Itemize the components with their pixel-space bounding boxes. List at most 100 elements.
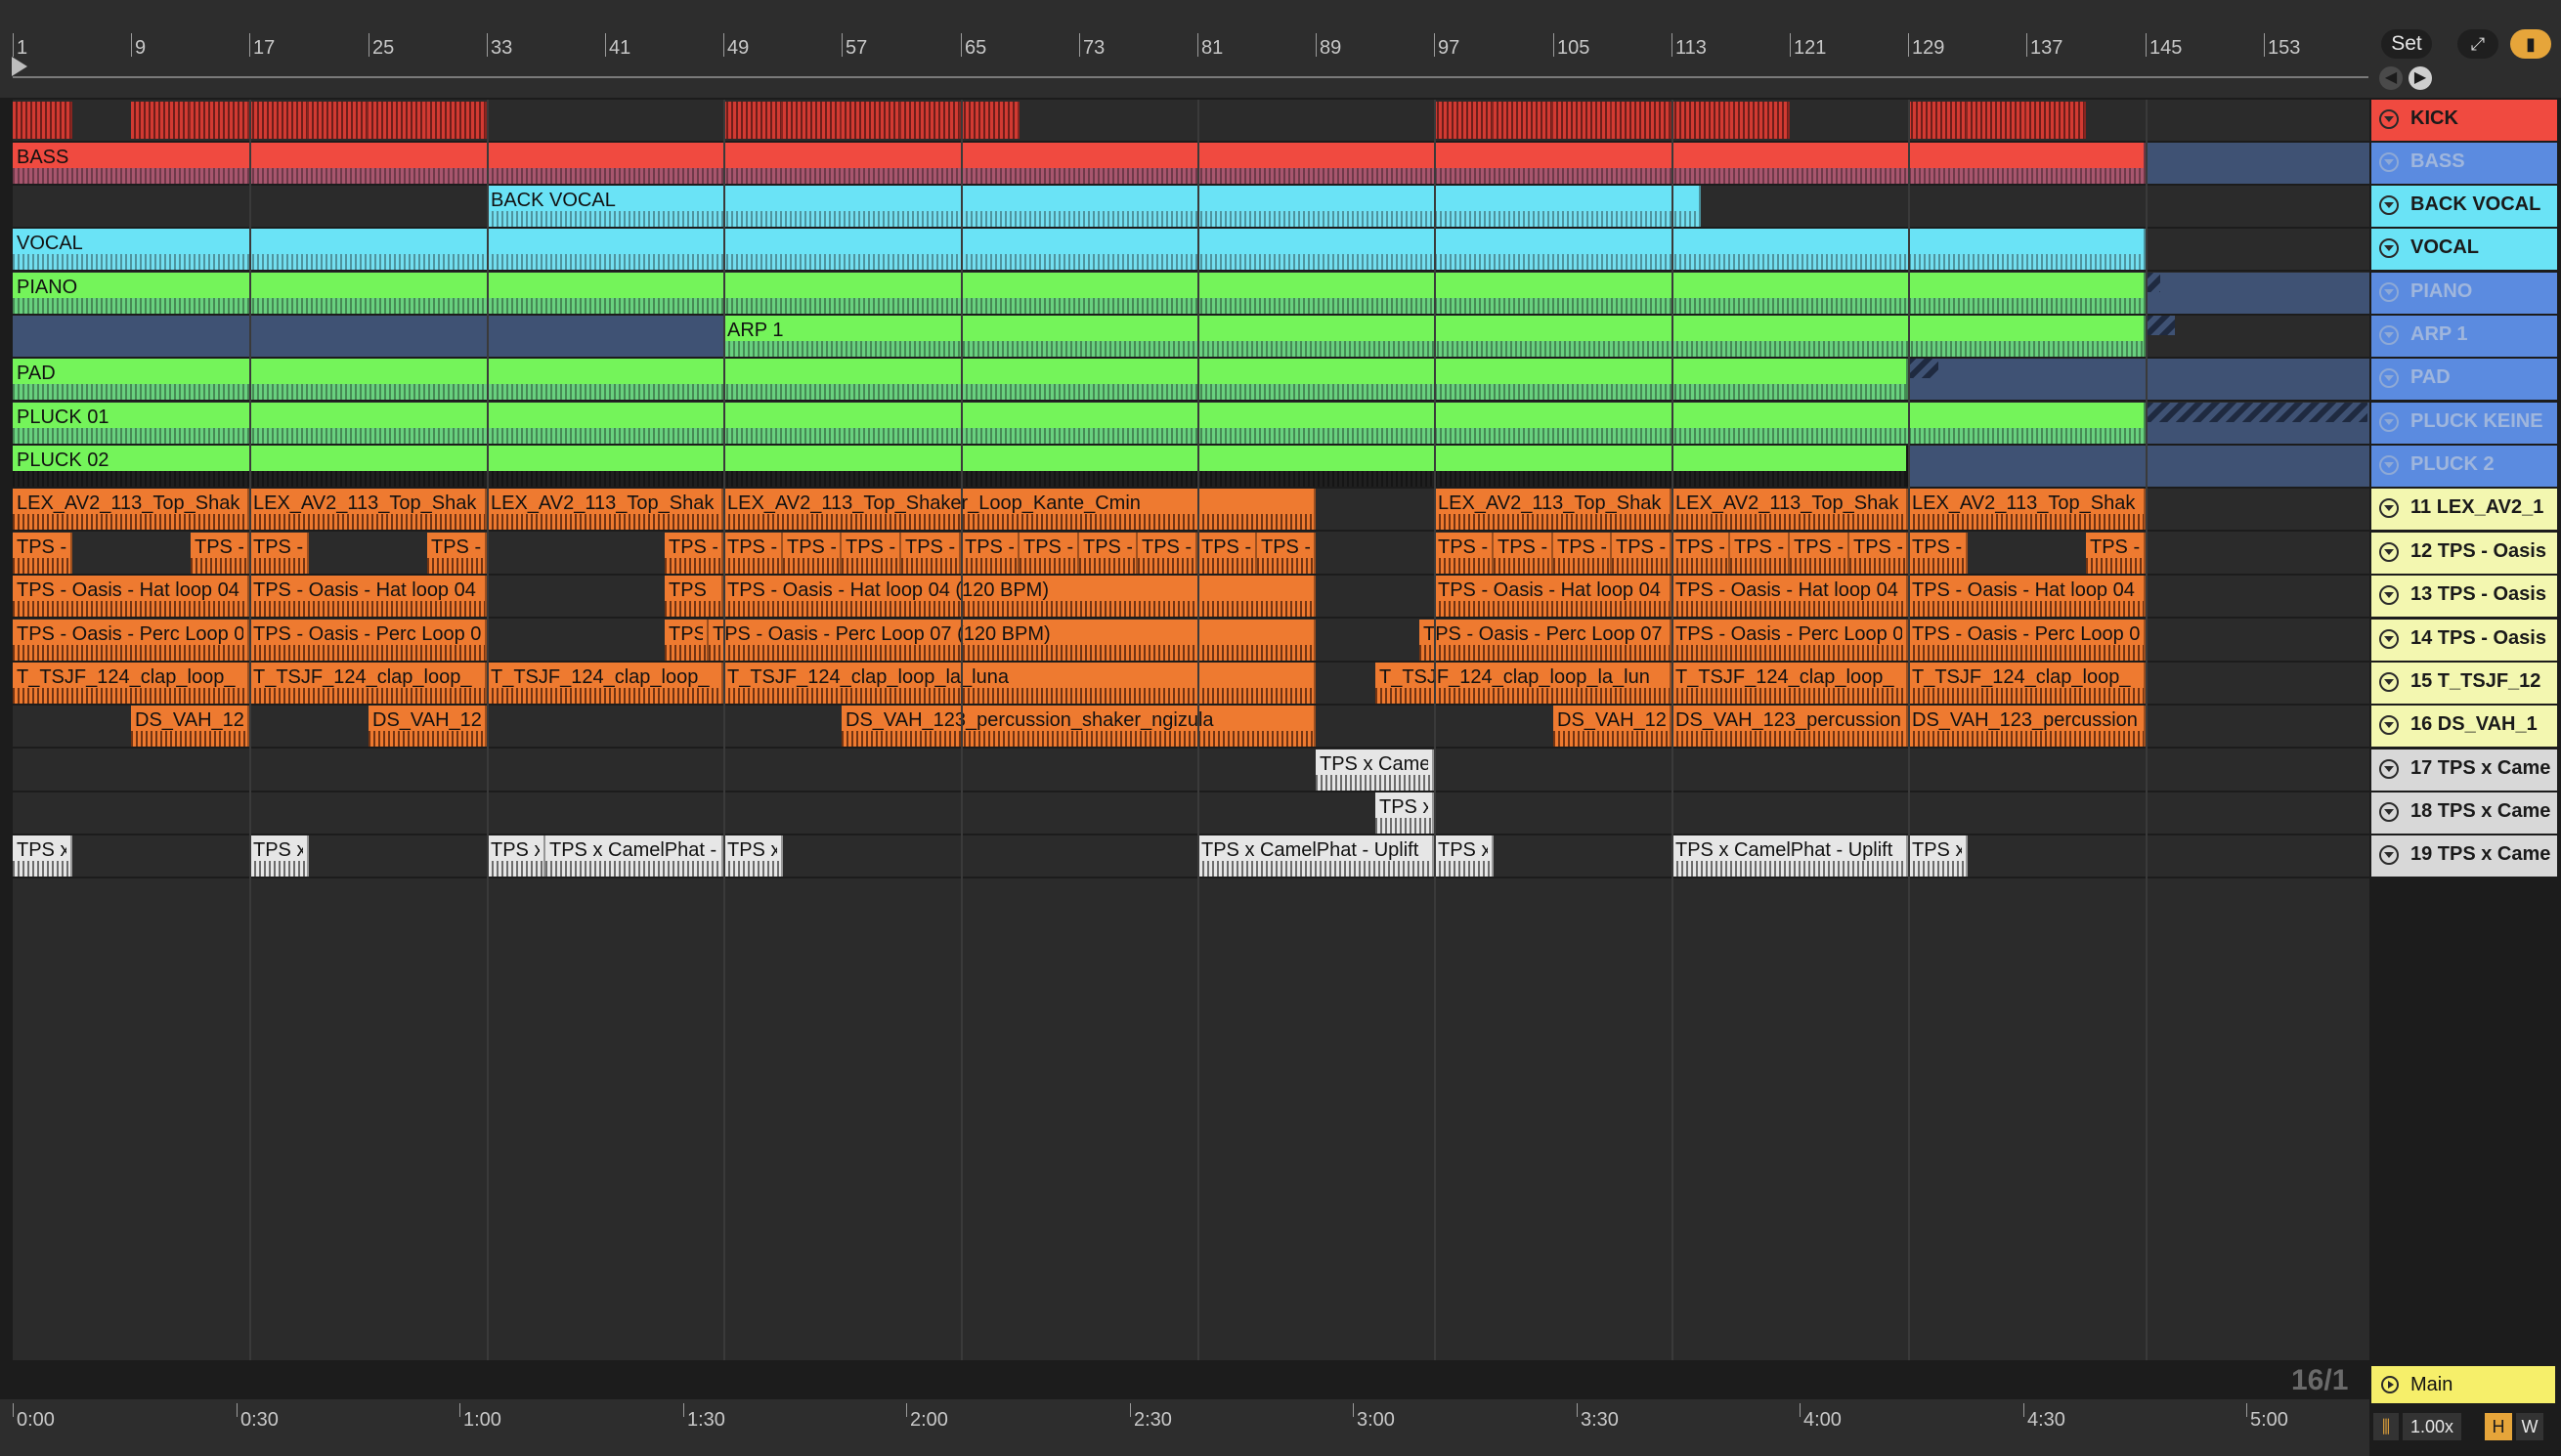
- track-lane[interactable]: PLUCK 01: [13, 403, 2369, 446]
- clip[interactable]: TPS -: [1730, 533, 1790, 574]
- clip[interactable]: TPS - Oasis - Perc Loop 0: [1671, 620, 1908, 661]
- clip[interactable]: TPS -: [1197, 533, 1257, 574]
- clip[interactable]: DS_VAH_12: [369, 706, 487, 747]
- clip[interactable]: DS_VAH_123_percussion_shaker_ngizula: [842, 706, 1316, 747]
- clip[interactable]: TPS -: [1079, 533, 1138, 574]
- clip[interactable]: T_TSJF_124_clap_loop_la_lun: [1375, 663, 1671, 704]
- clip[interactable]: PLUCK 01: [13, 403, 2146, 444]
- track-lane[interactable]: T_TSJF_124_clap_loop_ T_TSJF_124_clap_loo…: [13, 663, 2369, 706]
- kick-clip[interactable]: [427, 102, 487, 139]
- track-lane[interactable]: TPS x TPS x TPS x TPS x CamelPhat - TPS x TPS…: [13, 835, 2369, 878]
- kick-clip[interactable]: [1494, 102, 1553, 139]
- track-lane[interactable]: TPS - Oasis - Perc Loop 0 TPS - Oasis - P…: [13, 620, 2369, 663]
- kick-clip[interactable]: [1908, 102, 1968, 139]
- track-header[interactable]: KICK: [2371, 100, 2557, 143]
- forward-arrow-icon[interactable]: ▶: [2409, 66, 2432, 90]
- clip[interactable]: TPS - Oasis - Hat loop 04: [1434, 576, 1671, 617]
- fold-icon[interactable]: [2379, 498, 2399, 518]
- clip[interactable]: VOCAL: [13, 229, 2146, 270]
- clip[interactable]: TPS - Oasis - Perc Loop 0: [13, 620, 249, 661]
- clip[interactable]: TPS: [665, 620, 709, 661]
- clip[interactable]: TPS - Oasis - Perc Loop 07: [1419, 620, 1671, 661]
- kick-clip[interactable]: [369, 102, 427, 139]
- track-header[interactable]: 16 DS_VAH_1: [2371, 706, 2557, 749]
- fold-icon[interactable]: [2379, 238, 2399, 258]
- clip[interactable]: TPS x: [1908, 835, 1968, 877]
- clip[interactable]: LEX_AV2_113_Top_Shak: [1671, 489, 1908, 530]
- kick-clip[interactable]: [1730, 102, 1790, 139]
- clip[interactable]: LEX_AV2_113_Top_Shak: [1434, 489, 1671, 530]
- fold-icon[interactable]: [2379, 109, 2399, 129]
- track-lane[interactable]: PLUCK 02: [13, 446, 2369, 489]
- track-lane[interactable]: VOCAL: [13, 229, 2369, 272]
- clip[interactable]: LEX_AV2_113_Top_Shak: [249, 489, 487, 530]
- clip[interactable]: BASS: [13, 143, 2146, 184]
- clip[interactable]: TPS - Oasis - Hat loop 04: [1908, 576, 2146, 617]
- fold-icon[interactable]: [2379, 195, 2399, 215]
- clip[interactable]: TPS - Oasis - Perc Loop 0: [249, 620, 487, 661]
- fold-icon[interactable]: [2379, 585, 2399, 605]
- clip[interactable]: LEX_AV2_113_Top_Shak: [13, 489, 249, 530]
- clip[interactable]: TPS -: [13, 533, 72, 574]
- expand-icon[interactable]: ⤢: [2457, 29, 2498, 59]
- kick-clip[interactable]: [1968, 102, 2026, 139]
- kick-clip[interactable]: [2026, 102, 2086, 139]
- fold-icon[interactable]: [2379, 325, 2399, 345]
- clip[interactable]: TPS -: [1494, 533, 1553, 574]
- play-icon[interactable]: [2381, 1376, 2399, 1393]
- track-lane[interactable]: TPS - TPS - TPS - TPS - TPS - TPS - TPS - TPS -…: [13, 533, 2369, 576]
- track-header[interactable]: 11 LEX_AV2_1: [2371, 489, 2557, 532]
- clip[interactable]: T_TSJF_124_clap_loop_: [1908, 663, 2146, 704]
- set-button[interactable]: Set: [2381, 29, 2432, 59]
- fold-icon[interactable]: [2379, 715, 2399, 735]
- clip[interactable]: TPS -: [1612, 533, 1671, 574]
- clip[interactable]: TPS -: [961, 533, 1020, 574]
- clip[interactable]: TPS -: [1138, 533, 1197, 574]
- kick-clip[interactable]: [1612, 102, 1671, 139]
- fold-icon[interactable]: [2379, 152, 2399, 172]
- clip[interactable]: TPS -: [723, 533, 783, 574]
- track-header[interactable]: 19 TPS x Came: [2371, 835, 2557, 878]
- clip[interactable]: BACK VOCAL: [487, 186, 1701, 227]
- clip[interactable]: TPS -: [665, 533, 723, 574]
- clip[interactable]: TPS - Oasis - Perc Loop 0: [1908, 620, 2146, 661]
- track-lane[interactable]: BASS: [13, 143, 2369, 186]
- clip[interactable]: TPS x: [1434, 835, 1494, 877]
- kick-clip[interactable]: [842, 102, 901, 139]
- kick-clip[interactable]: [901, 102, 961, 139]
- clip[interactable]: TPS -: [1020, 533, 1079, 574]
- clip[interactable]: TPS -: [1790, 533, 1849, 574]
- clip[interactable]: LEX_AV2_113_Top_Shaker_Loop_Kante_Cmin: [723, 489, 1316, 530]
- clip[interactable]: TPS x: [1375, 792, 1434, 834]
- clip[interactable]: TPS x: [723, 835, 783, 877]
- time-ruler[interactable]: 0:00 0:30 1:00 1:30 2:00 2:30 3:00 3:30 4:00 4:30…: [0, 1399, 2369, 1456]
- bar-ruler[interactable]: 1 9 17 25 33 41 49 57 65 73 81 89 97 105 113 121 129 137 1…: [0, 0, 2561, 98]
- kick-clip[interactable]: [249, 102, 309, 139]
- track-lane[interactable]: TPS x: [13, 792, 2369, 835]
- fold-icon[interactable]: [2379, 455, 2399, 475]
- track-header[interactable]: PLUCK 2: [2371, 446, 2557, 489]
- clip[interactable]: TPS - Oasis - Hat loop 04 (120 BPM): [723, 576, 1316, 617]
- track-header[interactable]: PLUCK KEINE: [2371, 403, 2557, 446]
- kick-clip[interactable]: [191, 102, 249, 139]
- track-header[interactable]: BACK VOCAL: [2371, 186, 2557, 229]
- fold-icon[interactable]: [2379, 412, 2399, 432]
- track-lane[interactable]: TPS - Oasis - Hat loop 04 TPS - Oasis - H…: [13, 576, 2369, 619]
- track-lane[interactable]: LEX_AV2_113_Top_Shak LEX_AV2_113_Top_Shak…: [13, 489, 2369, 532]
- track-lane[interactable]: DS_VAH_12 DS_VAH_12 DS_VAH_123_percussion_…: [13, 706, 2369, 749]
- clip[interactable]: T_TSJF_124_clap_loop_: [13, 663, 249, 704]
- clip[interactable]: DS_VAH_123_percussion: [1908, 706, 2146, 747]
- clip[interactable]: TPS -: [249, 533, 309, 574]
- clip[interactable]: DS_VAH_12: [131, 706, 249, 747]
- track-lane[interactable]: PIANO: [13, 273, 2369, 316]
- fold-icon[interactable]: [2379, 282, 2399, 302]
- track-header[interactable]: 17 TPS x Came: [2371, 749, 2557, 792]
- track-header[interactable]: PIANO: [2371, 273, 2557, 316]
- fold-icon[interactable]: [2379, 368, 2399, 388]
- clip[interactable]: TPS x: [487, 835, 545, 877]
- kick-clip[interactable]: [1553, 102, 1612, 139]
- clip[interactable]: TPS -: [1553, 533, 1612, 574]
- clip[interactable]: TPS -: [1434, 533, 1494, 574]
- clip[interactable]: TPS -: [783, 533, 842, 574]
- start-marker-icon[interactable]: [12, 57, 27, 76]
